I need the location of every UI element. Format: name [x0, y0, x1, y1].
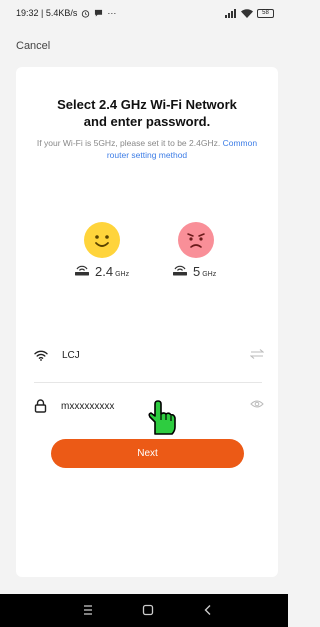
- wifi-name-value: LCJ: [62, 349, 80, 361]
- status-bar: 19:32 | 5.4KB/s ··· 58: [0, 0, 288, 26]
- hint-text: If your Wi-Fi is 5GHz, please set it to …: [30, 137, 264, 161]
- battery-level: 58: [262, 9, 269, 16]
- hint-message: If your Wi-Fi is 5GHz, please set it to …: [36, 138, 221, 148]
- battery-icon: 58: [257, 8, 274, 18]
- wifi-status-icon: [241, 8, 253, 18]
- router-icon: [75, 265, 89, 276]
- band-2-4-value: 2.4: [95, 264, 114, 279]
- eye-icon[interactable]: [250, 399, 264, 409]
- menu-icon[interactable]: [83, 604, 93, 616]
- wifi-icon: [34, 350, 48, 361]
- switch-network-icon[interactable]: [250, 348, 264, 360]
- sad-face-icon: [178, 222, 214, 258]
- alarm-icon: [82, 9, 90, 18]
- signal-icon: [225, 8, 236, 18]
- status-time-speed: 19:32 | 5.4KB/s: [16, 8, 78, 18]
- pointer-hand-icon: [148, 400, 176, 435]
- lock-icon: [34, 399, 47, 413]
- band-5ghz: 5 GHz: [172, 264, 216, 279]
- wifi-name-field[interactable]: LCJ: [34, 343, 264, 367]
- home-icon[interactable]: [142, 604, 154, 616]
- system-nav-bar: [0, 594, 288, 627]
- message-icon: [95, 9, 103, 17]
- status-left: 19:32 | 5.4KB/s ···: [16, 8, 116, 18]
- status-overflow: ···: [107, 8, 117, 18]
- status-right: 58: [225, 8, 274, 18]
- band-2-4-unit: GHz: [115, 271, 130, 278]
- page-title: Select 2.4 GHz Wi-Fi Network and enter p…: [57, 97, 237, 129]
- band-5-unit: GHz: [202, 271, 217, 278]
- router-icon: [173, 265, 187, 276]
- band-2-4ghz: 2.4 GHz: [74, 264, 129, 279]
- password-value: mxxxxxxxxx: [61, 400, 115, 412]
- next-button[interactable]: Next: [51, 439, 244, 468]
- back-icon[interactable]: [203, 604, 213, 616]
- smile-face-icon: [84, 222, 120, 258]
- band-5-value: 5: [193, 264, 201, 279]
- cancel-button[interactable]: Cancel: [16, 40, 50, 52]
- field-divider: [34, 382, 262, 383]
